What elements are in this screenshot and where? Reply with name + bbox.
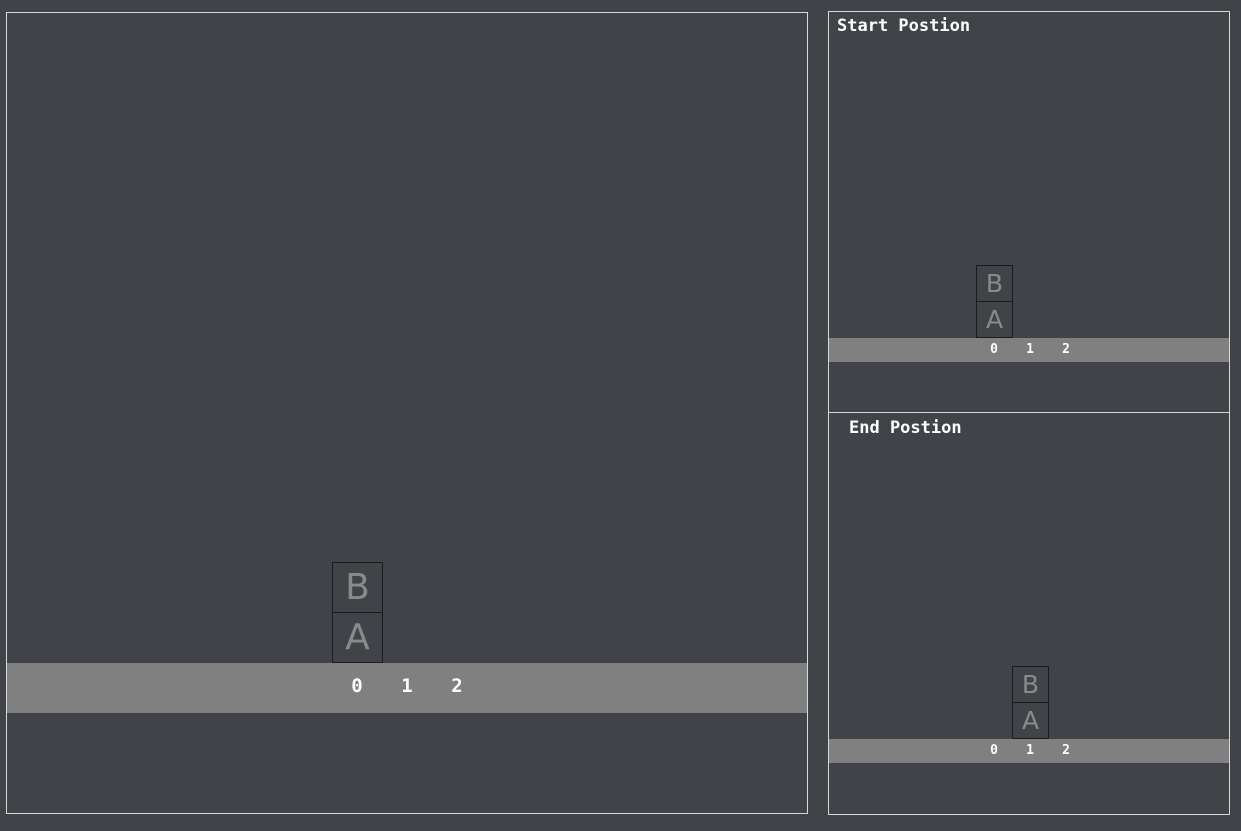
column-label-1: 1 — [1026, 342, 1034, 357]
column-label-0: 0 — [990, 342, 998, 357]
start-position-title: Start Postion — [837, 16, 971, 36]
column-label-2: 2 — [1062, 743, 1070, 758]
ground-bar: 0 1 2 — [829, 739, 1229, 763]
main-board[interactable]: 0 1 2 AB — [6, 12, 808, 814]
column-label-2: 2 — [1062, 342, 1070, 357]
end-position-title: End Postion — [849, 418, 962, 438]
block-a: A — [976, 301, 1013, 338]
column-label-2: 2 — [451, 675, 463, 697]
ground-bar: 0 1 2 — [829, 338, 1229, 362]
column-label-0: 0 — [990, 743, 998, 758]
block-a[interactable]: A — [332, 612, 383, 663]
block-b: B — [1012, 666, 1049, 703]
ground-bar: 0 1 2 — [7, 663, 807, 713]
block-a: A — [1012, 702, 1049, 739]
column-label-1: 1 — [1026, 743, 1034, 758]
column-label-0: 0 — [351, 675, 363, 697]
column-label-1: 1 — [401, 675, 413, 697]
end-position-board: End Postion 0 1 2 AB — [828, 412, 1230, 815]
block-b[interactable]: B — [332, 562, 383, 613]
block-b: B — [976, 265, 1013, 302]
start-position-board: Start Postion 0 1 2 AB — [828, 11, 1230, 413]
